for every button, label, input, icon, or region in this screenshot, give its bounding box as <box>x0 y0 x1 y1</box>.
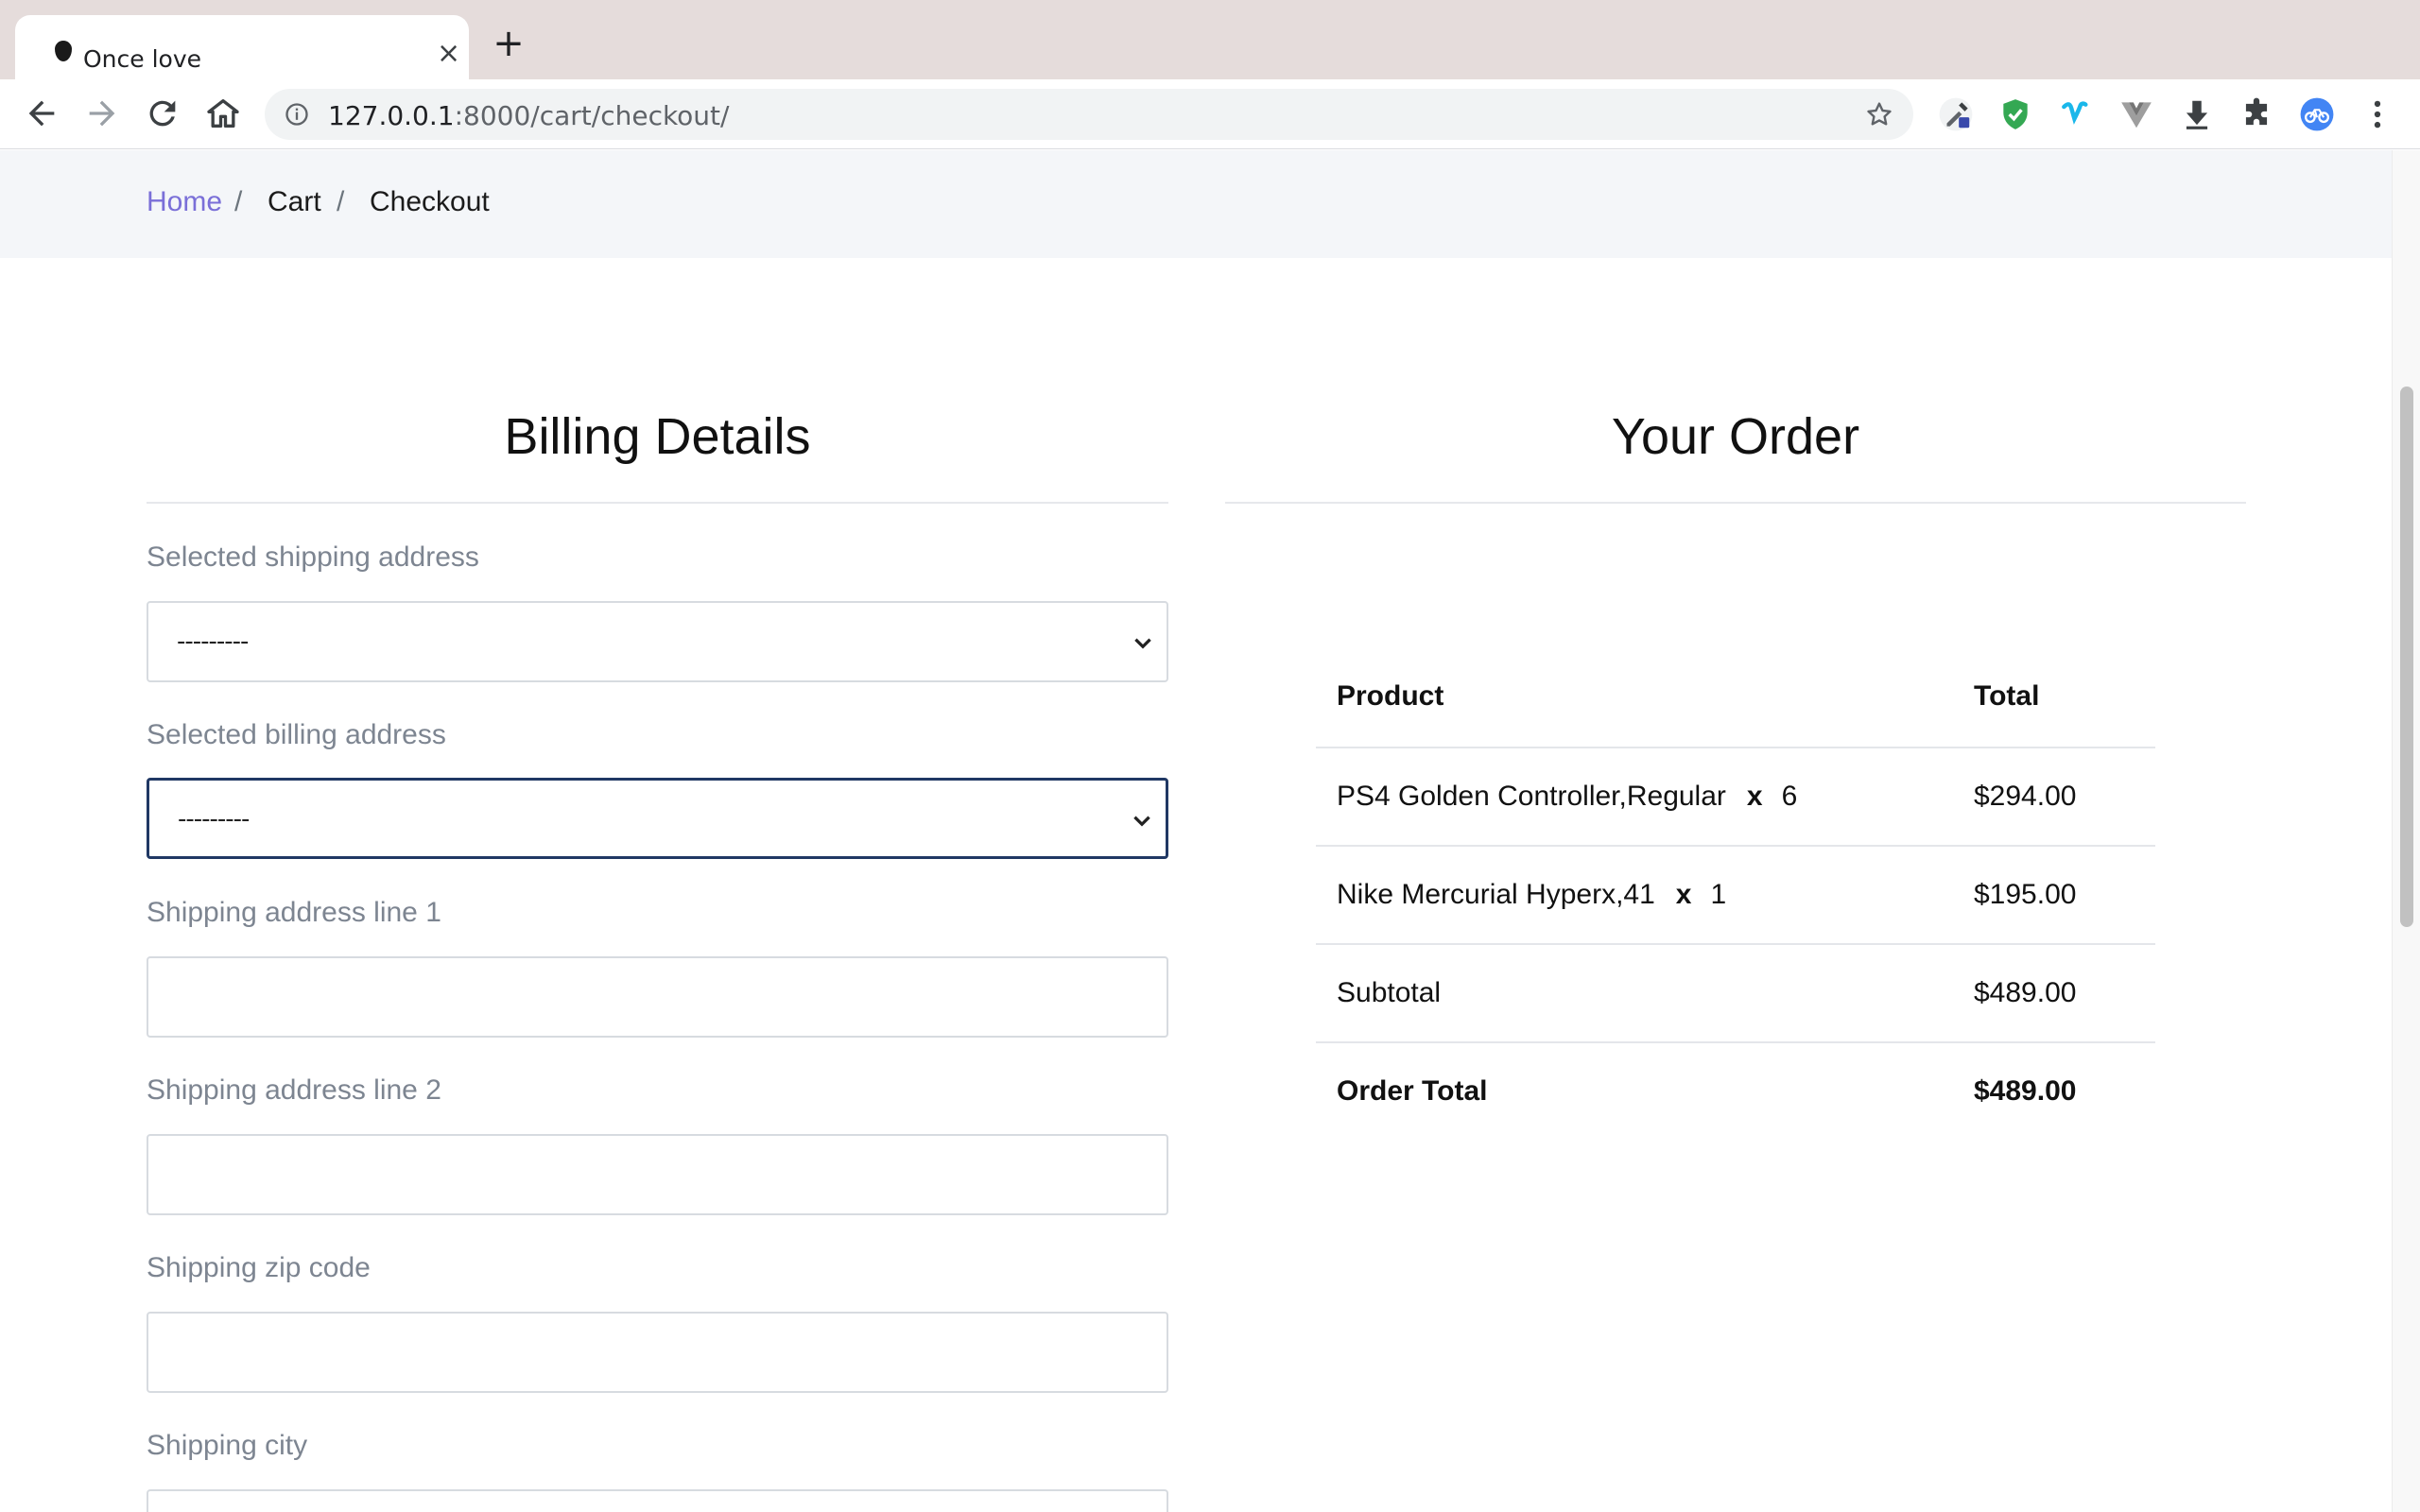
shield-check-extension-icon[interactable] <box>1997 96 2033 132</box>
vue-devtools-extension-icon[interactable] <box>2118 96 2154 132</box>
product-column-header: Product <box>1337 680 1444 712</box>
order-item-product: PS4 Golden Controller,Regular x 6 <box>1337 781 1797 813</box>
billing-address-select[interactable]: --------- <box>147 778 1168 859</box>
close-tab-icon[interactable]: × <box>437 40 460 68</box>
reload-icon[interactable] <box>144 94 182 132</box>
download-extension-icon[interactable] <box>2179 96 2215 132</box>
shield-favicon-icon <box>55 41 72 61</box>
your-order-title: Your Order <box>1611 408 1860 465</box>
browser-toolbar: 127.0.0.1:8000/cart/checkout/ <box>0 79 2420 149</box>
browser-tab-strip: Once love × + <box>0 0 2420 79</box>
eyedropper-extension-icon[interactable] <box>1938 96 1974 132</box>
order-item-product: Nike Mercurial Hyperx,41 x 1 <box>1337 879 1726 911</box>
order-total-row: Order Total $489.00 <box>1316 1043 2155 1142</box>
url-text[interactable]: 127.0.0.1:8000/cart/checkout/ <box>328 100 729 131</box>
home-icon[interactable] <box>204 94 242 132</box>
item-name: Nike Mercurial Hyperx,41 <box>1337 879 1655 910</box>
item-multiplier: x <box>1746 781 1763 812</box>
breadcrumb-separator: / <box>234 186 243 217</box>
shipping-line1-input[interactable] <box>147 956 1168 1038</box>
billing-title-divider <box>147 502 1168 504</box>
item-quantity: 6 <box>1781 781 1798 812</box>
site-info-icon[interactable] <box>284 101 310 128</box>
shipping-address-value: --------- <box>177 627 249 656</box>
shipping-zip-label: Shipping zip code <box>147 1252 371 1283</box>
tab-title: Once love <box>83 45 202 73</box>
shipping-city-label: Shipping city <box>147 1430 308 1461</box>
billing-details-title: Billing Details <box>504 408 811 465</box>
breadcrumb-current: Checkout <box>370 186 490 217</box>
item-name: PS4 Golden Controller,Regular <box>1337 781 1726 812</box>
breadcrumb-separator: / <box>337 186 345 217</box>
order-total-value: $489.00 <box>1974 1075 2077 1107</box>
vimeo-extension-icon[interactable] <box>2058 96 2094 132</box>
browser-menu-icon[interactable] <box>2360 96 2395 132</box>
shipping-address-label: Selected shipping address <box>147 541 479 573</box>
shipping-line2-input[interactable] <box>147 1134 1168 1215</box>
shipping-line1-label: Shipping address line 1 <box>147 897 441 928</box>
breadcrumb-home-link[interactable]: Home <box>147 186 222 218</box>
breadcrumb: Home / Cart / Checkout <box>0 150 2392 258</box>
scrollbar-thumb[interactable] <box>2400 387 2413 927</box>
forward-icon[interactable] <box>83 94 121 132</box>
item-multiplier: x <box>1675 879 1692 910</box>
bookmark-star-icon[interactable] <box>1864 99 1894 129</box>
new-tab-icon[interactable]: + <box>492 25 526 62</box>
subtotal-row: Subtotal $489.00 <box>1316 945 2155 1043</box>
subtotal-value: $489.00 <box>1974 977 2077 1008</box>
address-bar[interactable]: 127.0.0.1:8000/cart/checkout/ <box>265 89 1913 140</box>
total-column-header: Total <box>1974 680 2040 712</box>
table-row: PS4 Golden Controller,Regular x 6 $294.00 <box>1316 748 2155 847</box>
url-path: :8000/cart/checkout/ <box>454 100 730 131</box>
order-total-label: Order Total <box>1337 1075 1488 1107</box>
browser-tab[interactable]: Once love × <box>15 15 469 79</box>
table-header-row: Product Total <box>1316 648 2155 748</box>
shipping-address-select[interactable]: --------- <box>147 601 1168 682</box>
page-content: Home / Cart / Checkout Billing Details S… <box>0 150 2392 1512</box>
url-host: 127.0.0.1 <box>328 100 455 131</box>
subtotal-label: Subtotal <box>1337 977 1442 1008</box>
profile-avatar-icon[interactable] <box>2299 96 2335 132</box>
billing-address-value: --------- <box>178 805 250 833</box>
page-scrollbar[interactable] <box>2392 150 2420 1512</box>
back-icon[interactable] <box>23 94 60 132</box>
order-item-total: $294.00 <box>1974 781 2077 812</box>
chevron-down-icon <box>1133 816 1150 827</box>
breadcrumb-cart[interactable]: Cart <box>268 186 321 218</box>
billing-address-label: Selected billing address <box>147 719 446 750</box>
order-title-divider <box>1225 502 2246 504</box>
chevron-down-icon <box>1134 638 1151 649</box>
order-summary-table: Product Total PS4 Golden Controller,Regu… <box>1316 648 2155 1142</box>
shipping-zip-input[interactable] <box>147 1312 1168 1393</box>
order-item-total: $195.00 <box>1974 879 2077 910</box>
shipping-line2-label: Shipping address line 2 <box>147 1074 441 1106</box>
shipping-city-input[interactable] <box>147 1489 1168 1512</box>
table-row: Nike Mercurial Hyperx,41 x 1 $195.00 <box>1316 847 2155 945</box>
extensions-puzzle-icon[interactable] <box>2238 96 2274 132</box>
item-quantity: 1 <box>1710 879 1727 910</box>
